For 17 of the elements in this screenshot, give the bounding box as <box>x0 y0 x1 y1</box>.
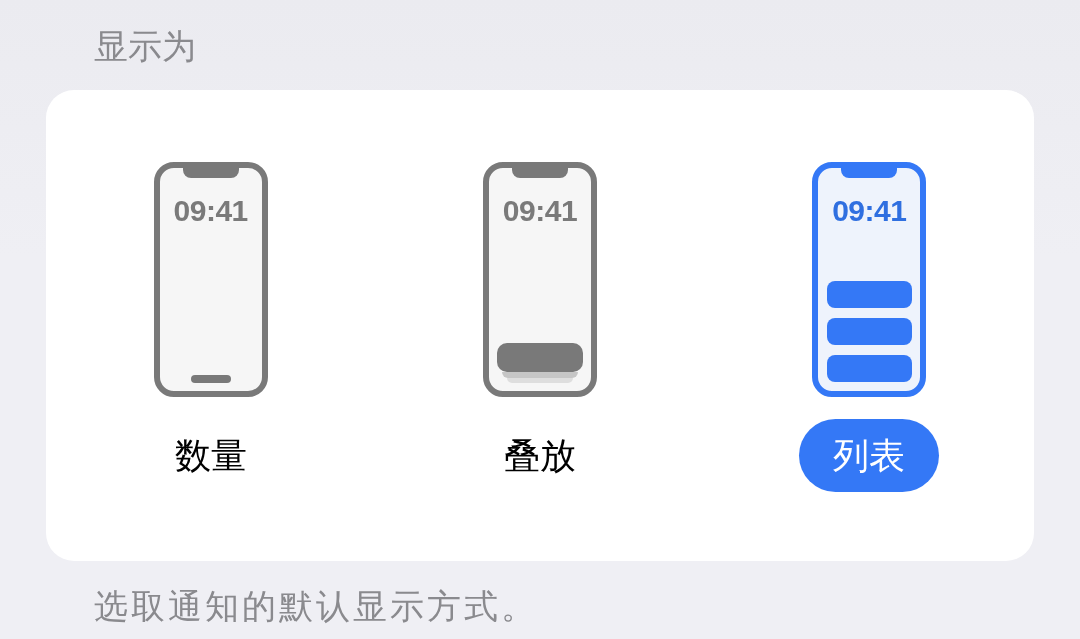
phone-notch-icon <box>182 168 239 178</box>
phone-preview[interactable]: 09:41 <box>812 162 927 397</box>
phone-notch-icon <box>512 168 568 178</box>
phone-preview[interactable]: 09:41 <box>483 162 597 397</box>
section-footer: 选取通知的默认显示方式。 <box>94 589 538 623</box>
notification-list-icon <box>826 281 912 382</box>
display-option-label[interactable]: 列表 <box>799 418 940 493</box>
home-indicator-icon <box>190 375 231 383</box>
clock-text: 09:41 <box>502 196 578 226</box>
notification-stack-icon <box>497 343 583 383</box>
display-option-label[interactable]: 数量 <box>174 434 247 477</box>
clock-text: 09:41 <box>173 196 248 226</box>
phone-notch-icon <box>841 168 898 178</box>
phone-preview[interactable]: 09:41 <box>153 162 268 397</box>
section-header: 显示为 <box>94 29 196 63</box>
display-option-label[interactable]: 叠放 <box>504 434 576 477</box>
clock-text: 09:41 <box>832 196 907 226</box>
